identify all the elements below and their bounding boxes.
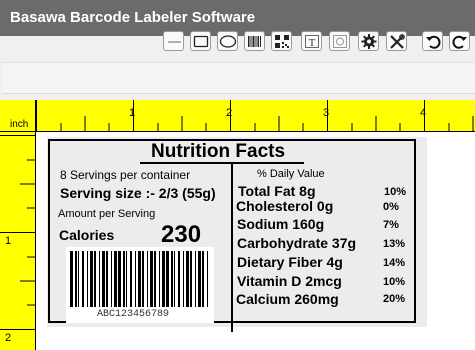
ellipse-tool-button[interactable] xyxy=(217,31,238,51)
barcode-bar xyxy=(106,251,108,307)
barcode-bar xyxy=(190,251,192,307)
calories-value[interactable]: 230 xyxy=(161,223,201,247)
nutrient-pct[interactable]: 7% xyxy=(383,220,399,231)
top-ruler-mark-4: 4 xyxy=(420,107,427,119)
barcode-bar xyxy=(159,251,160,307)
left-ruler-mark-2: 2 xyxy=(5,332,12,344)
wrench-screwdriver-icon xyxy=(390,34,405,49)
nutrition-facts-title[interactable]: Nutrition Facts xyxy=(151,142,285,161)
barcode-bar xyxy=(114,251,117,307)
line-tool-button[interactable] xyxy=(163,31,184,51)
servings-text[interactable]: 8 Servings per container xyxy=(60,169,190,181)
app-title: Basawa Barcode Labeler Software xyxy=(10,9,256,26)
image-icon xyxy=(333,35,347,48)
nutrient-pct[interactable]: 10% xyxy=(384,187,406,198)
barcode-bar xyxy=(171,251,173,307)
text-icon: T xyxy=(305,35,319,49)
nutrient-name[interactable]: Sodium 160g xyxy=(237,217,324,231)
nutrient-pct[interactable]: 13% xyxy=(383,239,405,250)
barcode-bar xyxy=(154,251,156,307)
nutrient-pct[interactable]: 20% xyxy=(383,294,405,305)
line-icon xyxy=(168,41,181,43)
barcode-bar xyxy=(147,251,148,307)
left-ruler-mark-1: 1 xyxy=(5,235,12,247)
barcode-bar xyxy=(94,251,96,307)
ellipse-icon xyxy=(219,35,237,48)
barcode-bar xyxy=(195,251,196,307)
nutrient-name[interactable]: Total Fat 8g xyxy=(238,184,316,198)
barcode-bar xyxy=(111,251,112,307)
rectangle-icon xyxy=(193,35,209,48)
barcode-bar xyxy=(75,251,77,307)
top-ruler-mark-1: 1 xyxy=(129,107,136,119)
nutrient-pct[interactable]: 10% xyxy=(383,277,405,288)
nutrient-name[interactable]: Cholesterol 0g xyxy=(236,199,333,213)
undo-icon xyxy=(426,35,441,49)
barcode-bar xyxy=(102,251,105,307)
barcode-bar xyxy=(162,251,165,307)
redo-icon xyxy=(452,35,467,49)
barcode-bar xyxy=(202,251,204,307)
text-tool-button[interactable]: T xyxy=(301,31,322,51)
nutrient-name[interactable]: Calcium 260mg xyxy=(236,292,339,306)
serving-size-text[interactable]: Serving size :- 2/3 (55g) xyxy=(60,186,216,200)
calories-label[interactable]: Calories xyxy=(59,228,114,242)
barcode-human-readable-text[interactable]: ABC123456789 xyxy=(97,310,169,320)
left-ruler: 1 2 xyxy=(0,132,36,350)
svg-text:T: T xyxy=(309,37,316,49)
ruler-corner: inch xyxy=(0,100,36,132)
barcode-bar xyxy=(178,251,180,307)
nutrient-name[interactable]: Dietary Fiber 4g xyxy=(237,255,343,269)
top-ruler: 1 2 3 4 xyxy=(0,100,475,132)
nutrient-name[interactable]: Carbohydrate 37g xyxy=(237,236,356,250)
qr-code-tool-button[interactable] xyxy=(271,31,292,51)
rectangle-tool-button[interactable] xyxy=(190,31,211,51)
ruler-unit-label: inch xyxy=(10,119,29,130)
top-ruler-mark-2: 2 xyxy=(226,107,233,119)
image-tool-button[interactable] xyxy=(329,31,350,51)
gear-icon xyxy=(361,34,377,49)
barcode-bar xyxy=(142,251,144,307)
barcode-bar xyxy=(99,251,100,307)
barcode-bar xyxy=(138,251,141,307)
barcode-bar xyxy=(123,251,125,307)
barcode-bar xyxy=(198,251,201,307)
column-divider-line[interactable] xyxy=(231,162,233,332)
top-ruler-mark-3: 3 xyxy=(323,107,330,119)
qr-code-icon xyxy=(275,35,289,48)
barcode-bar xyxy=(82,251,84,307)
top-ruler-ticks xyxy=(36,100,474,132)
settings-button[interactable] xyxy=(358,31,379,51)
nutrient-pct[interactable]: 0% xyxy=(383,202,399,213)
barcode-bar xyxy=(135,251,136,307)
barcode-bar xyxy=(70,251,73,307)
barcode-bar xyxy=(130,251,132,307)
barcode-icon xyxy=(248,36,261,47)
barcode-bar xyxy=(90,251,93,307)
toolbar-panel xyxy=(2,62,475,94)
nutrient-pct[interactable]: 14% xyxy=(383,258,405,269)
barcode-bar xyxy=(183,251,184,307)
amount-per-serving-text[interactable]: Amount per Serving xyxy=(58,209,155,220)
barcode-bar xyxy=(87,251,88,307)
undo-button[interactable] xyxy=(422,31,443,51)
tools-button[interactable] xyxy=(386,31,407,51)
barcode-bar xyxy=(150,251,153,307)
barcode-bar xyxy=(207,251,208,307)
redo-button[interactable] xyxy=(449,31,470,51)
barcode-bar xyxy=(118,251,121,307)
barcode-tool-button[interactable] xyxy=(244,31,265,51)
barcode-bar xyxy=(126,251,127,307)
nutrient-name[interactable]: Vitamin D 2mcg xyxy=(237,274,342,288)
barcode-bar xyxy=(174,251,175,307)
barcode-bar xyxy=(186,251,189,307)
daily-value-header[interactable]: % Daily Value xyxy=(257,169,325,180)
barcode-bar xyxy=(78,251,79,307)
title-underline[interactable] xyxy=(140,162,304,164)
barcode-bar xyxy=(166,251,169,307)
